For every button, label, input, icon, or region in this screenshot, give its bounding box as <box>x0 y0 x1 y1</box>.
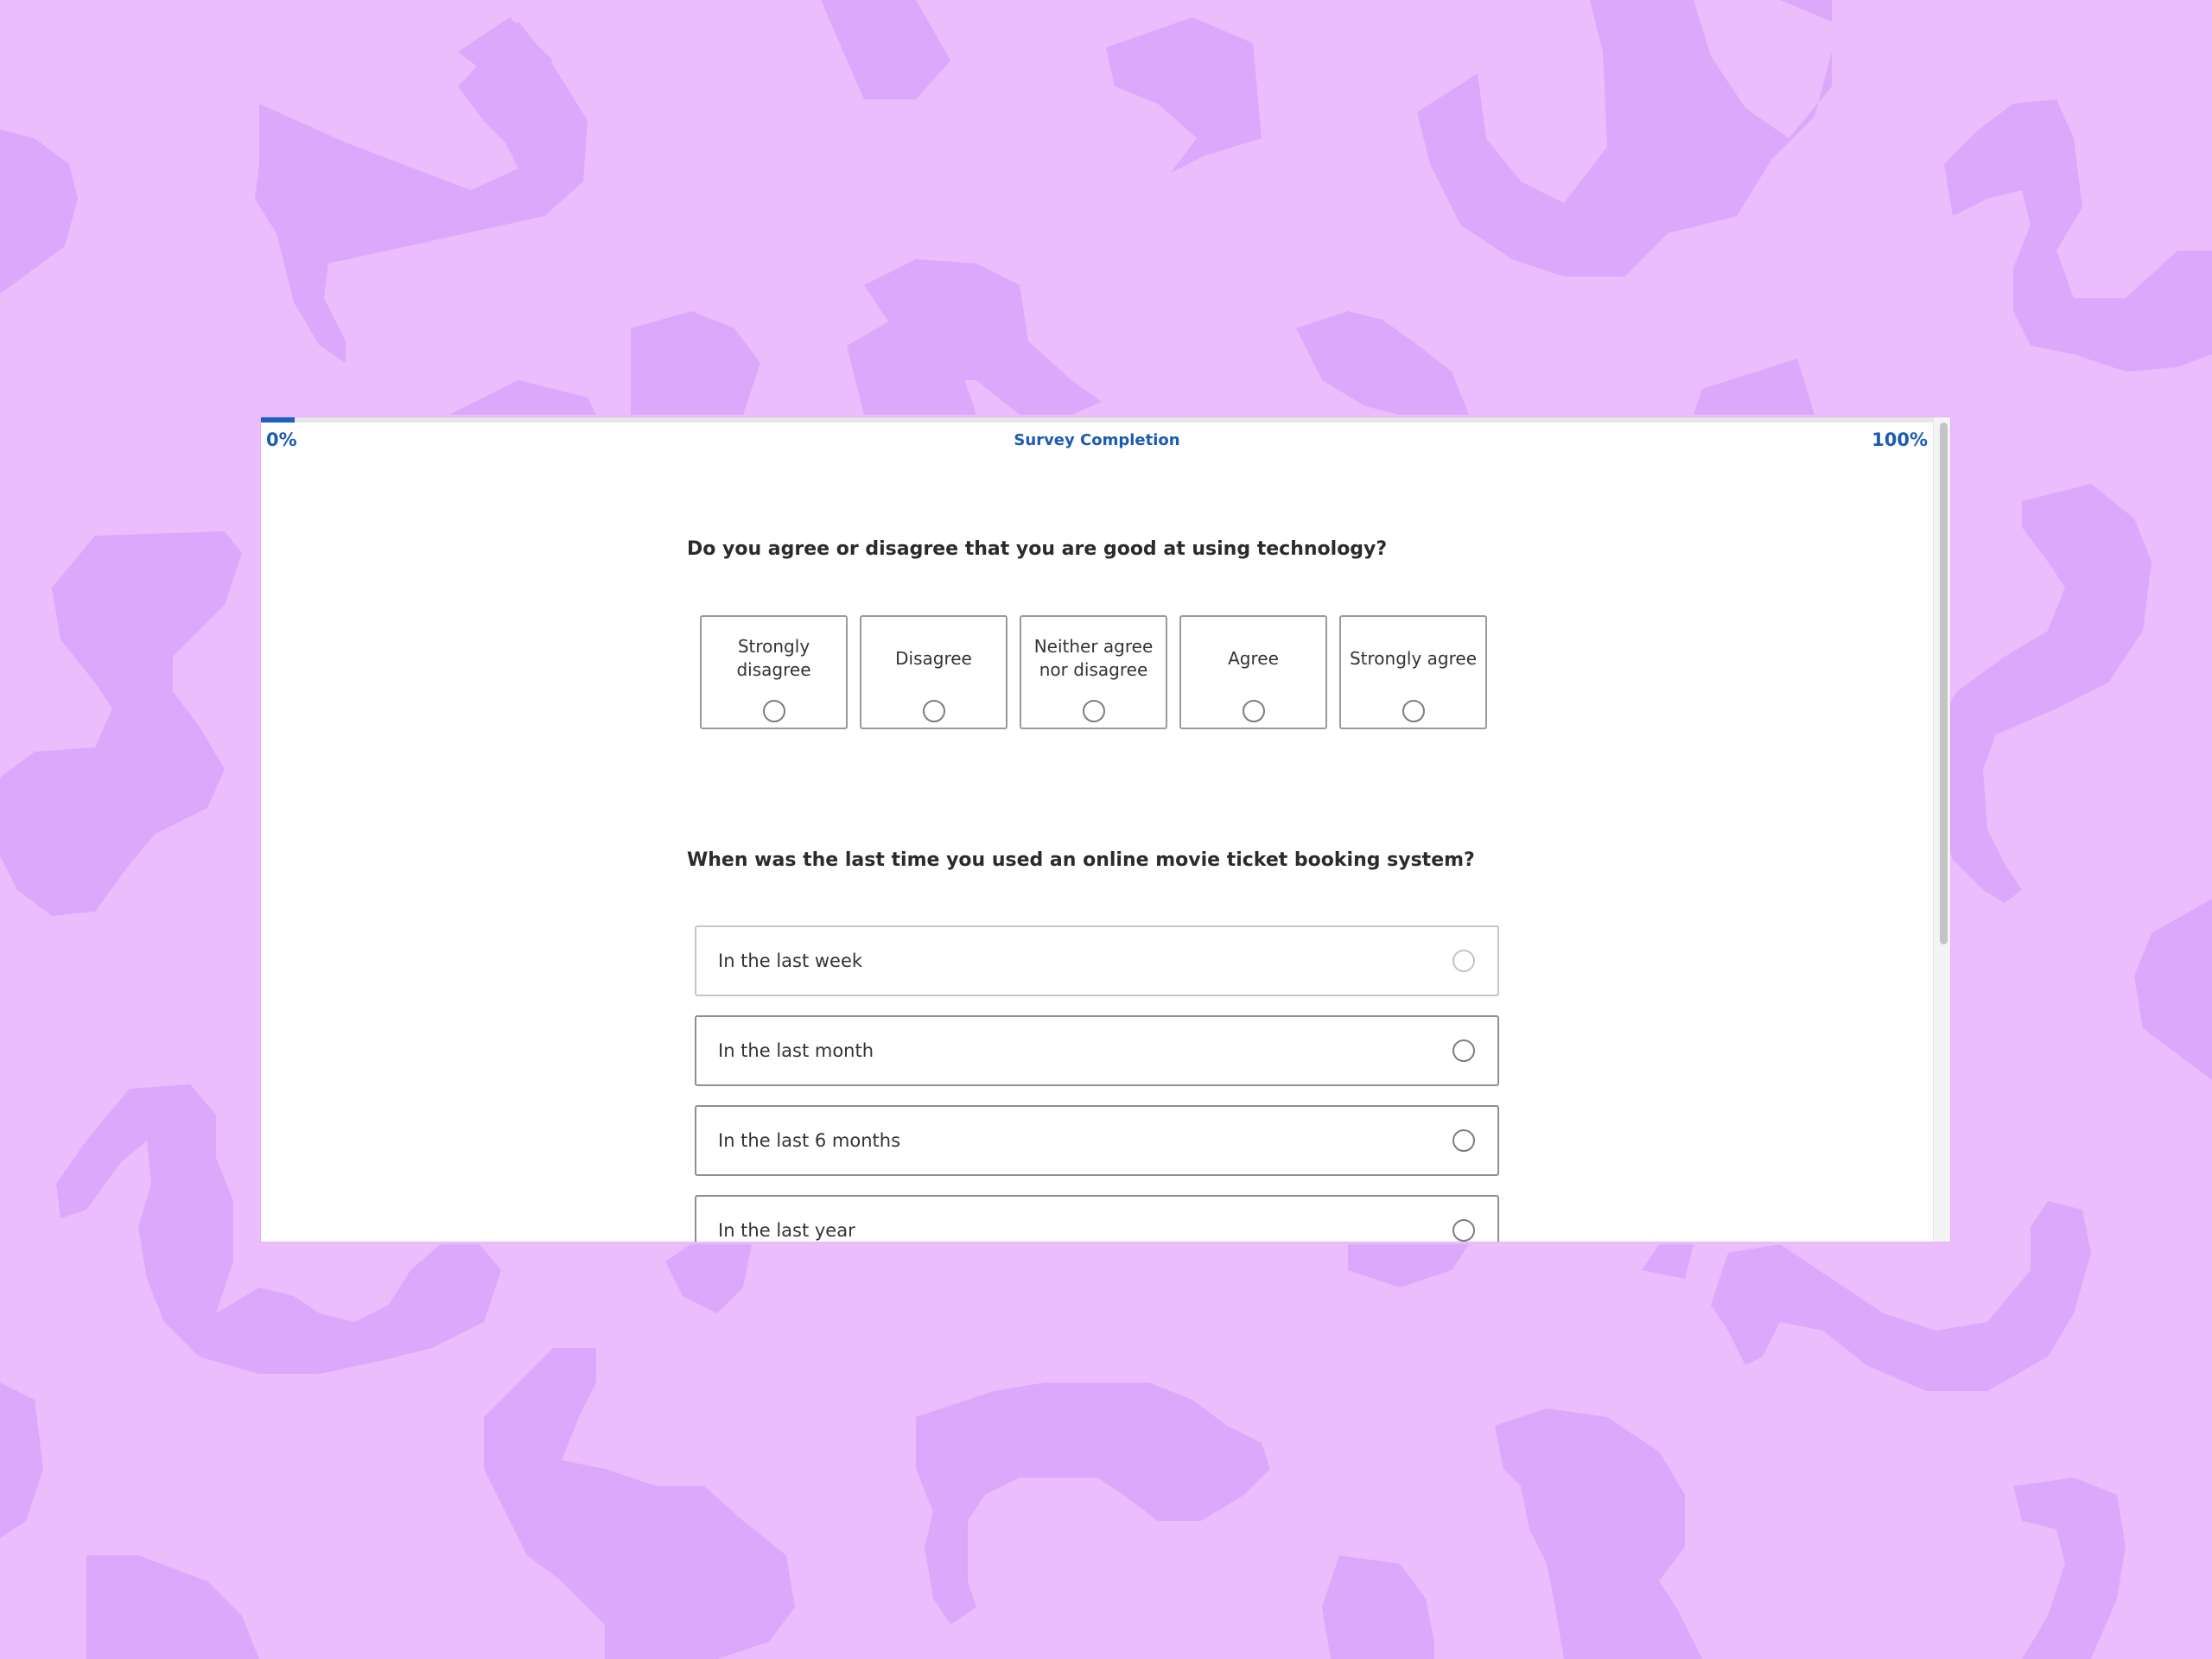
choice-label: In the last month <box>718 1040 874 1061</box>
option-label: Neither agree nor disagree <box>1033 636 1154 680</box>
choice-list: In the last week In the last month In th… <box>695 925 1499 1242</box>
question-1-text: Do you agree or disagree that you are go… <box>687 538 1388 560</box>
radio-unselected-icon[interactable] <box>1082 700 1105 722</box>
radio-unselected-icon[interactable] <box>1452 1219 1475 1242</box>
option-label: Agree <box>1228 647 1279 669</box>
option-strongly-disagree[interactable]: Strongly disagree <box>700 615 848 729</box>
progress-bar <box>261 417 1933 423</box>
progress-title: Survey Completion <box>1014 431 1180 449</box>
radio-unselected-icon[interactable] <box>1452 1039 1475 1062</box>
choice-label: In the last year <box>718 1220 855 1241</box>
likert-scale: Strongly disagree Disagree Neither agree… <box>700 615 1487 729</box>
progress-bar-fill <box>261 417 295 423</box>
question-2-text: When was the last time you used an onlin… <box>687 849 1475 871</box>
option-disagree[interactable]: Disagree <box>860 615 1007 729</box>
radio-unselected-icon[interactable] <box>1402 700 1425 722</box>
choice-last-month[interactable]: In the last month <box>695 1015 1499 1086</box>
radio-unselected-icon[interactable] <box>762 700 785 722</box>
choice-label: In the last week <box>718 950 863 971</box>
choice-label: In the last 6 months <box>718 1130 901 1151</box>
option-label: Strongly agree <box>1349 647 1478 669</box>
option-neither-agree-nor-disagree[interactable]: Neither agree nor disagree <box>1020 615 1167 729</box>
radio-unselected-icon[interactable] <box>1452 950 1475 972</box>
scrollbar-thumb[interactable] <box>1940 423 1948 944</box>
progress-end-label: 100% <box>1872 429 1928 450</box>
survey-window: 0% Survey Completion 100% Do you agree o… <box>261 417 1950 1242</box>
option-label: Disagree <box>895 647 972 669</box>
option-strongly-agree[interactable]: Strongly agree <box>1339 615 1487 729</box>
scrollbar[interactable] <box>1933 417 1950 1242</box>
radio-unselected-icon[interactable] <box>1242 700 1265 722</box>
choice-last-week[interactable]: In the last week <box>695 925 1499 996</box>
choice-last-6-months[interactable]: In the last 6 months <box>695 1105 1499 1176</box>
option-label: Strongly disagree <box>736 636 811 680</box>
choice-last-year[interactable]: In the last year <box>695 1195 1499 1242</box>
option-agree[interactable]: Agree <box>1179 615 1327 729</box>
radio-unselected-icon[interactable] <box>922 700 945 722</box>
radio-unselected-icon[interactable] <box>1452 1129 1475 1152</box>
